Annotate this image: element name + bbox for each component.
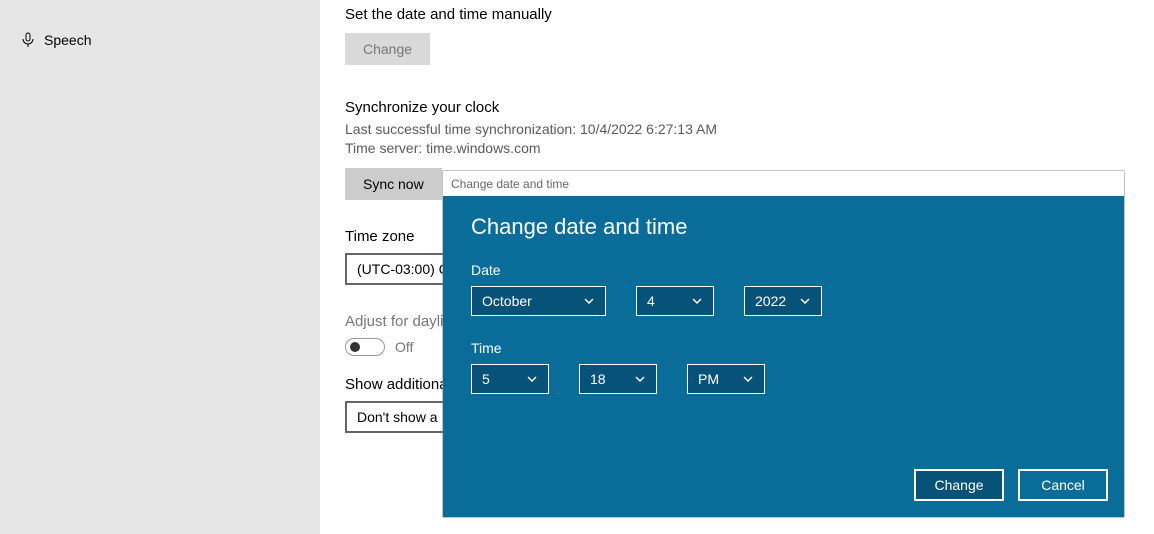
time-server-text: Time server: time.windows.com	[345, 139, 1144, 158]
daylight-toggle[interactable]	[345, 338, 385, 356]
dialog-heading: Change date and time	[471, 214, 1096, 240]
ampm-value: PM	[698, 371, 719, 387]
additional-clocks-value: Don't show a	[357, 409, 438, 425]
minute-select[interactable]: 18	[579, 364, 657, 394]
ampm-select[interactable]: PM	[687, 364, 765, 394]
hour-select[interactable]: 5	[471, 364, 549, 394]
last-sync-text: Last successful time synchronization: 10…	[345, 120, 1144, 139]
sync-now-button[interactable]: Sync now	[345, 168, 442, 200]
hour-value: 5	[482, 371, 490, 387]
chevron-down-icon	[799, 295, 811, 307]
chevron-down-icon	[634, 373, 646, 385]
year-select[interactable]: 2022	[744, 286, 822, 316]
dialog-titlebar: Change date and time	[443, 171, 1124, 196]
dialog-change-button[interactable]: Change	[914, 469, 1004, 501]
sidebar-item-label: Speech	[44, 32, 91, 48]
change-datetime-button[interactable]: Change	[345, 33, 430, 65]
toggle-state-label: Off	[395, 339, 413, 355]
chevron-down-icon	[691, 295, 703, 307]
chevron-down-icon	[526, 373, 538, 385]
dialog-cancel-button[interactable]: Cancel	[1018, 469, 1108, 501]
month-select[interactable]: October	[471, 286, 606, 316]
date-label: Date	[471, 262, 1096, 278]
dialog-title: Change date and time	[451, 177, 569, 191]
microphone-icon	[20, 32, 44, 48]
change-datetime-dialog: Change date and time Change date and tim…	[443, 171, 1124, 517]
chevron-down-icon	[742, 373, 754, 385]
month-value: October	[482, 293, 532, 309]
year-value: 2022	[755, 293, 786, 309]
day-select[interactable]: 4	[636, 286, 714, 316]
chevron-down-icon	[583, 295, 595, 307]
settings-sidebar: Speech	[0, 0, 320, 534]
set-datetime-heading: Set the date and time manually	[345, 6, 1144, 23]
time-label: Time	[471, 340, 1096, 356]
sync-clock-heading: Synchronize your clock	[345, 99, 1144, 116]
sidebar-item-speech[interactable]: Speech	[0, 22, 320, 58]
timezone-value: (UTC-03:00) C	[357, 261, 449, 277]
minute-value: 18	[590, 371, 606, 387]
day-value: 4	[647, 293, 655, 309]
